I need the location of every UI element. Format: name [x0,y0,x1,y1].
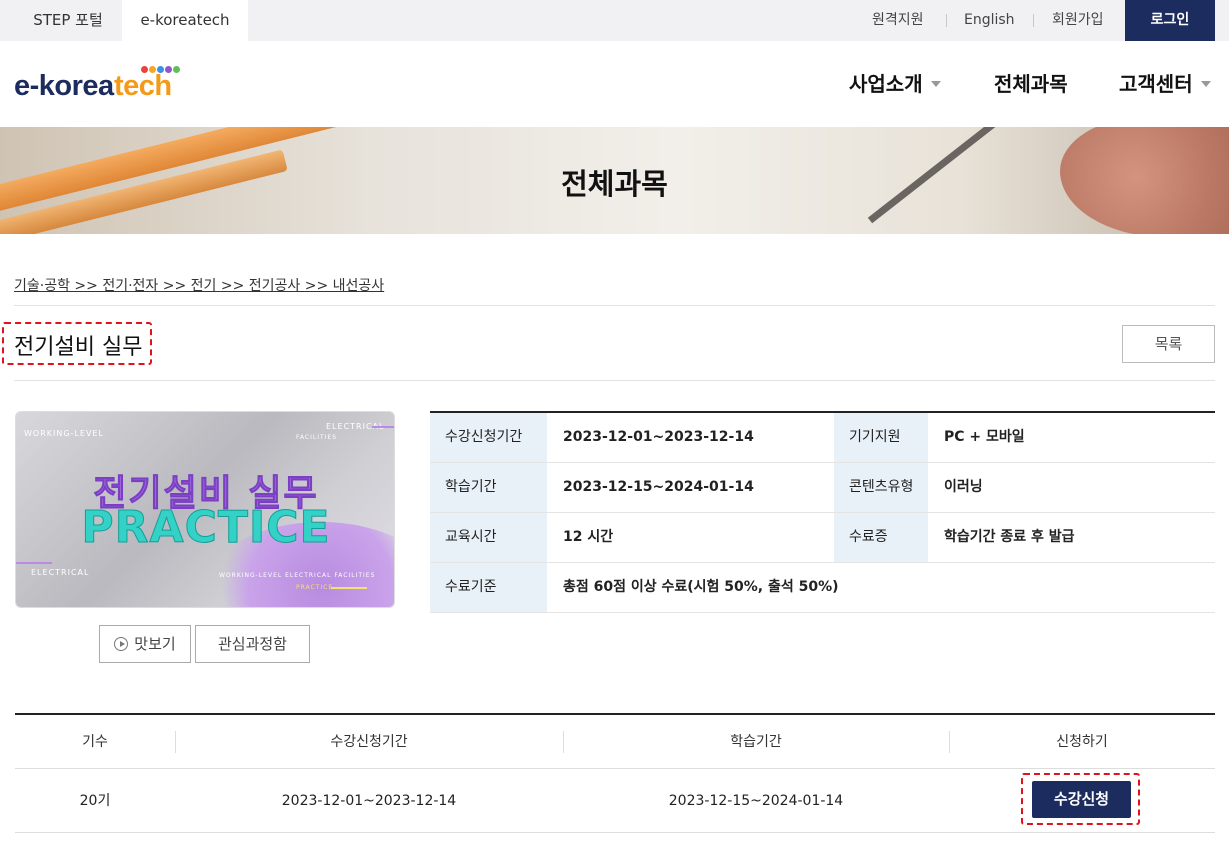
logo-dot [157,66,164,73]
column-header: 신청하기 [1056,734,1108,750]
nav-customer-center[interactable]: 고객센터 [1119,68,1211,97]
table-row: 수료기준 총점 60점 이상 수료(시험 50%, 출석 50%) [430,563,1215,613]
play-icon [114,637,129,651]
apply-period-cell: 2023-12-01~2023-12-14 [281,793,457,809]
english-link[interactable]: English [964,0,1015,41]
logo-dot [149,66,156,73]
caret-down-icon [1200,81,1211,87]
thumbnail-tag: ELECTRICAL [31,568,90,577]
column-header: 수강신청기간 [330,734,408,750]
nav-label: 전체과목 [994,72,1068,96]
login-button[interactable]: 로그인 [1125,0,1215,41]
column-header: 기수 [82,734,108,750]
caret-down-icon [930,81,941,87]
signup-link[interactable]: 회원가입 [1052,0,1104,41]
info-value: 2023-12-15~2024-01-14 [563,479,754,495]
study-period-cell: 2023-12-15~2024-01-14 [668,793,844,809]
highlight-box [2,322,152,365]
info-label: 콘텐츠유형 [834,463,928,512]
breadcrumb[interactable]: 기술·공학 >> 전기·전자 >> 전기 >> 전기공사 >> 내선공사 [14,275,384,295]
nav-label: 사업소개 [849,72,923,96]
utility-divider [1033,14,1034,27]
page-banner: 전체과목 [0,127,1229,234]
thumbnail-line [372,426,394,428]
tab-e-koreatech[interactable]: e-koreatech [122,0,248,41]
thumbnail-tag: WORKING-LEVEL ELECTRICAL FACILITIES [219,572,376,579]
course-info-table: 수강신청기간 2023-12-01~2023-12-14 기기지원 PC + 모… [430,411,1215,613]
logo-dot [165,66,172,73]
top-utility-bar: STEP 포털 e-koreatech 원격지원 English 회원가입 로그… [0,0,1229,41]
info-label: 학습기간 [430,463,547,512]
term-cell: 20기 [79,793,111,809]
info-label: 교육시간 [430,513,547,562]
nav-label: 고객센터 [1119,72,1193,96]
utility-divider [946,14,947,27]
info-value: PC + 모바일 [944,429,1025,445]
logo-dots-icon [141,66,181,74]
info-label: 기기지원 [834,413,928,462]
info-value: 학습기간 종료 후 발급 [944,529,1075,545]
course-thumbnail: WORKING-LEVEL ELECTRICAL FACILITIES 전기설비… [15,411,395,608]
tab-step-portal[interactable]: STEP 포털 [14,0,122,41]
table-row: 교육시간 12 시간 수료증 학습기간 종료 후 발급 [430,513,1215,563]
thumbnail-tag: FACILITIES [296,434,338,441]
info-label: 수료증 [834,513,928,562]
table-row: 학습기간 2023-12-15~2024-01-14 콘텐츠유형 이러닝 [430,463,1215,513]
column-header: 학습기간 [730,734,782,750]
preview-label: 맛보기 [134,635,176,653]
logo-dot [173,66,180,73]
divider [14,305,1215,306]
preview-button[interactable]: 맛보기 [99,625,191,663]
highlight-box [1021,773,1140,825]
thumbnail-line [16,562,52,564]
thumbnail-tag: PRACTICE [296,584,334,591]
list-button[interactable]: 목록 [1122,325,1215,363]
divider [14,380,1215,381]
info-value: 이러닝 [944,479,983,495]
info-label: 수료기준 [430,563,547,612]
thumbnail-line [331,587,367,589]
logo-dot [141,66,148,73]
table-header-row: 기수 수강신청기간 학습기간 신청하기 [15,715,1215,769]
info-value: 12 시간 [563,529,614,545]
logo-text-primary: e-korea [14,70,114,102]
table-row: 수강신청기간 2023-12-01~2023-12-14 기기지원 PC + 모… [430,413,1215,463]
info-value: 2023-12-01~2023-12-14 [563,429,754,445]
nav-business-intro[interactable]: 사업소개 [849,68,941,97]
wishlist-button[interactable]: 관심과정함 [195,625,310,663]
thumbnail-title-english: PRACTICE [81,502,331,554]
info-label: 수강신청기간 [430,413,547,462]
remote-support-link[interactable]: 원격지원 [872,0,924,41]
thumbnail-tag: WORKING-LEVEL [24,429,104,438]
info-value: 총점 60점 이상 수료(시험 50%, 출석 50%) [563,579,839,595]
logo-text-accent: tech [114,70,172,102]
banner-title: 전체과목 [561,167,668,201]
nav-all-courses[interactable]: 전체과목 [994,68,1068,97]
